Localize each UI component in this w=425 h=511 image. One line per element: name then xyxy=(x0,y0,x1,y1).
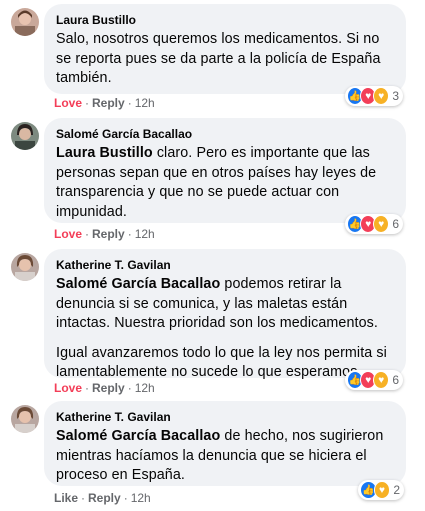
mention-link[interactable]: Salomé García Bacallao xyxy=(56,276,220,292)
timestamp[interactable]: 12h xyxy=(135,96,155,110)
avatar[interactable] xyxy=(11,253,39,281)
comment-bubble: Salomé García Bacallao Laura Bustillo cl… xyxy=(44,118,406,223)
avatar[interactable] xyxy=(11,8,39,36)
comment-text: Salomé García Bacallao de hecho, nos sug… xyxy=(56,427,394,486)
reaction-summary[interactable]: 👍 ♥ 2 xyxy=(358,480,404,500)
comment-text: Salo, nosotros queremos los medicamentos… xyxy=(56,31,381,86)
avatar[interactable] xyxy=(11,122,39,150)
comment-bubble: Katherine T. Gavilan Salomé García Bacal… xyxy=(44,401,406,486)
comment-body-paragraph-2: Igual avanzaremos todo lo que la ley nos… xyxy=(56,344,387,381)
reply-button[interactable]: Reply xyxy=(88,491,121,505)
reply-button[interactable]: Reply xyxy=(92,227,125,241)
reply-button[interactable]: Reply xyxy=(92,381,125,395)
comment-bubble: Katherine T. Gavilan Salomé García Bacal… xyxy=(44,249,406,380)
comment-actions: Love · Reply · 12h xyxy=(54,227,155,241)
comment-author[interactable]: Katherine T. Gavilan xyxy=(56,409,394,425)
mention-link[interactable]: Laura Bustillo xyxy=(56,145,153,161)
comment-actions: Like · Reply · 12h xyxy=(54,491,151,505)
comment-bubble: Laura Bustillo Salo, nosotros queremos l… xyxy=(44,4,406,94)
comment-author[interactable]: Katherine T. Gavilan xyxy=(56,257,394,273)
reaction-summary[interactable]: 👍 ♥ ♥ 6 xyxy=(345,214,403,234)
reply-button[interactable]: Reply xyxy=(92,96,125,110)
reaction-count: 6 xyxy=(392,373,400,387)
reaction-count: 2 xyxy=(393,483,400,497)
love-reaction-button[interactable]: Love xyxy=(54,227,82,241)
comment-author[interactable]: Laura Bustillo xyxy=(56,12,394,28)
timestamp[interactable]: 12h xyxy=(135,227,155,241)
love-reaction-button[interactable]: Love xyxy=(54,96,82,110)
reaction-summary[interactable]: 👍 ♥ ♥ 3 xyxy=(345,86,403,106)
care-reaction-icon: ♥ xyxy=(373,481,391,499)
love-reaction-button[interactable]: Love xyxy=(54,381,82,395)
timestamp[interactable]: 12h xyxy=(135,381,155,395)
comment-text: Salomé García Bacallao podemos retirar l… xyxy=(56,275,394,383)
timestamp[interactable]: 12h xyxy=(131,491,151,505)
reaction-count: 3 xyxy=(392,89,400,103)
comment-author[interactable]: Salomé García Bacallao xyxy=(56,126,394,142)
comment-text: Laura Bustillo claro. Pero es importante… xyxy=(56,144,394,222)
like-button[interactable]: Like xyxy=(54,491,78,505)
comment-actions: Love · Reply · 12h xyxy=(54,381,155,395)
comment-actions: Love · Reply · 12h xyxy=(54,96,155,110)
care-reaction-icon: ♥ xyxy=(373,371,390,389)
care-reaction-icon: ♥ xyxy=(373,215,390,233)
mention-link[interactable]: Salomé García Bacallao xyxy=(56,428,220,444)
care-reaction-icon: ♥ xyxy=(373,87,390,105)
reaction-summary[interactable]: 👍 ♥ ♥ 6 xyxy=(345,370,403,390)
avatar[interactable] xyxy=(11,405,39,433)
reaction-count: 6 xyxy=(392,217,400,231)
